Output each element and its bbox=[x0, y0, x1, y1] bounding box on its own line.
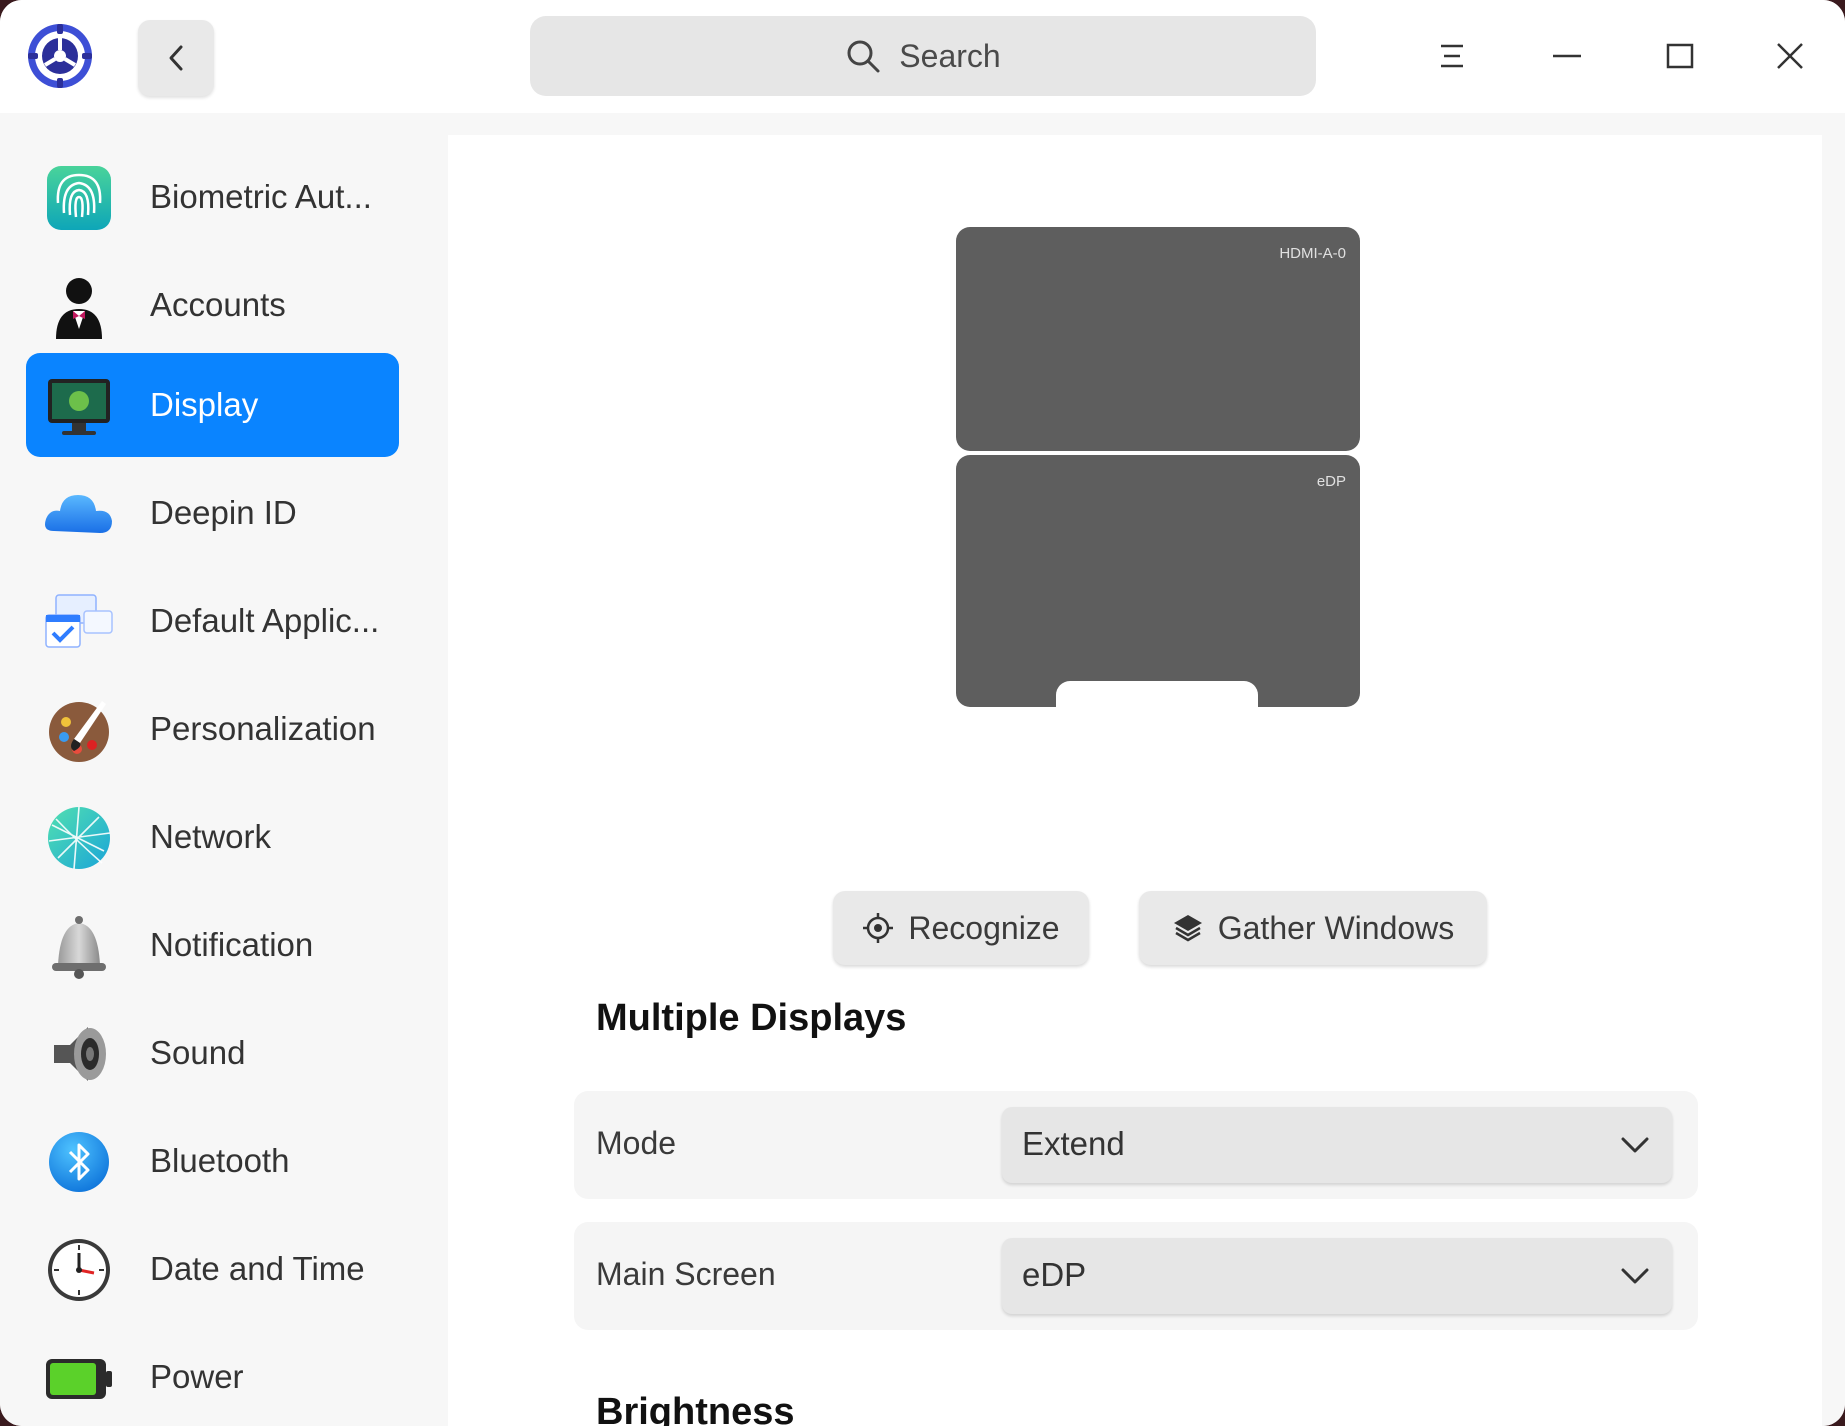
menu-icon bbox=[1441, 44, 1463, 68]
chevron-left-icon bbox=[169, 45, 183, 71]
network-icon bbox=[48, 806, 111, 870]
recognize-button[interactable]: Recognize bbox=[833, 891, 1089, 965]
mode-label: Mode bbox=[596, 1125, 677, 1161]
section-title-brightness: Brightness bbox=[596, 1391, 795, 1426]
sidebar-item-date-and-time[interactable]: Date and Time bbox=[26, 1217, 399, 1321]
layers-icon bbox=[1173, 915, 1202, 942]
chevron-down-icon bbox=[1621, 1137, 1649, 1153]
monitor-edp[interactable]: eDP bbox=[956, 455, 1360, 707]
sidebar-item-label: Display bbox=[150, 386, 259, 423]
main-screen-select[interactable]: eDP bbox=[1002, 1238, 1672, 1314]
chevron-down-icon bbox=[1621, 1268, 1649, 1284]
cloud-icon bbox=[45, 495, 112, 533]
sidebar-item-notification[interactable]: Notification bbox=[26, 893, 399, 997]
sidebar-item-label: Bluetooth bbox=[150, 1142, 290, 1179]
content-area: HDMI-A-0 eDP Recognize Gather Windows Mu… bbox=[424, 113, 1845, 1426]
sidebar-item-label: Accounts bbox=[150, 286, 286, 323]
fingerprint-icon bbox=[47, 166, 111, 230]
default-apps-icon bbox=[45, 594, 113, 648]
close-icon bbox=[1777, 43, 1803, 69]
monitor-label: eDP bbox=[1316, 473, 1346, 490]
monitor-label: HDMI-A-0 bbox=[1279, 245, 1346, 262]
sidebar-item-label: Notification bbox=[150, 926, 314, 963]
sidebar-item-accounts[interactable]: Accounts bbox=[26, 253, 399, 357]
bluetooth-icon bbox=[49, 1132, 109, 1192]
mode-select-value: Extend bbox=[1022, 1125, 1125, 1162]
clock-icon bbox=[48, 1239, 110, 1301]
sidebar-item-label: Default Applic... bbox=[150, 602, 380, 639]
user-icon bbox=[56, 278, 102, 339]
gather-windows-label: Gather Windows bbox=[1217, 909, 1455, 946]
mode-select[interactable]: Extend bbox=[1002, 1107, 1672, 1183]
section-title-multiple-displays: Multiple Displays bbox=[596, 997, 907, 1039]
battery-icon bbox=[46, 1359, 112, 1399]
settings-window: Search Biometric Aut... Accounts Display… bbox=[0, 0, 1845, 1426]
sidebar-item-biometric-authentication[interactable]: Biometric Aut... bbox=[26, 145, 399, 249]
mode-row: Mode Extend bbox=[574, 1091, 1698, 1199]
sidebar-item-power[interactable]: Power bbox=[26, 1325, 399, 1426]
search-icon bbox=[847, 40, 880, 73]
search-placeholder: Search bbox=[899, 37, 1001, 74]
sidebar-item-label: Deepin ID bbox=[150, 494, 297, 531]
close-button[interactable] bbox=[1758, 24, 1822, 88]
search-input[interactable]: Search bbox=[530, 16, 1316, 96]
sidebar-item-sound[interactable]: Sound bbox=[26, 1001, 399, 1105]
sidebar-item-label: Date and Time bbox=[150, 1250, 365, 1287]
display-panel: HDMI-A-0 eDP Recognize Gather Windows Mu… bbox=[448, 135, 1822, 1426]
back-button[interactable] bbox=[138, 20, 214, 96]
control-center-gear-icon bbox=[28, 24, 92, 88]
main-screen-row: Main Screen eDP bbox=[574, 1222, 1698, 1330]
minimize-button[interactable] bbox=[1535, 24, 1599, 88]
primary-screen-marker bbox=[1056, 681, 1258, 707]
bell-icon bbox=[52, 916, 106, 979]
sidebar-item-display[interactable]: Display bbox=[26, 353, 399, 457]
sidebar-item-bluetooth[interactable]: Bluetooth bbox=[26, 1109, 399, 1213]
sidebar-item-label: Network bbox=[150, 818, 272, 855]
sidebar: Biometric Aut... Accounts Display Deepin… bbox=[0, 113, 424, 1426]
sidebar-item-default-applications[interactable]: Default Applic... bbox=[26, 569, 399, 673]
main-screen-label: Main Screen bbox=[596, 1256, 776, 1292]
sidebar-item-network[interactable]: Network bbox=[26, 785, 399, 889]
monitor-hdmi-a-0[interactable]: HDMI-A-0 bbox=[956, 227, 1360, 451]
minimize-icon bbox=[1553, 54, 1581, 58]
sidebar-item-deepin-id[interactable]: Deepin ID bbox=[26, 461, 399, 565]
palette-icon bbox=[49, 701, 109, 762]
sidebar-item-label: Power bbox=[150, 1358, 244, 1395]
speaker-icon bbox=[54, 1027, 106, 1081]
sidebar-item-label: Biometric Aut... bbox=[150, 178, 372, 215]
title-bar: Search bbox=[0, 0, 1845, 113]
gather-windows-button[interactable]: Gather Windows bbox=[1139, 891, 1487, 965]
recognize-label: Recognize bbox=[908, 909, 1060, 946]
sidebar-item-label: Personalization bbox=[150, 710, 376, 747]
sidebar-item-personalization[interactable]: Personalization bbox=[26, 677, 399, 781]
maximize-button[interactable] bbox=[1648, 24, 1712, 88]
menu-button[interactable] bbox=[1420, 24, 1484, 88]
main-screen-select-value: eDP bbox=[1022, 1256, 1087, 1293]
crosshair-icon bbox=[863, 913, 894, 943]
maximize-icon bbox=[1666, 43, 1694, 69]
monitor-icon bbox=[48, 379, 110, 435]
sidebar-item-label: Sound bbox=[150, 1034, 246, 1071]
